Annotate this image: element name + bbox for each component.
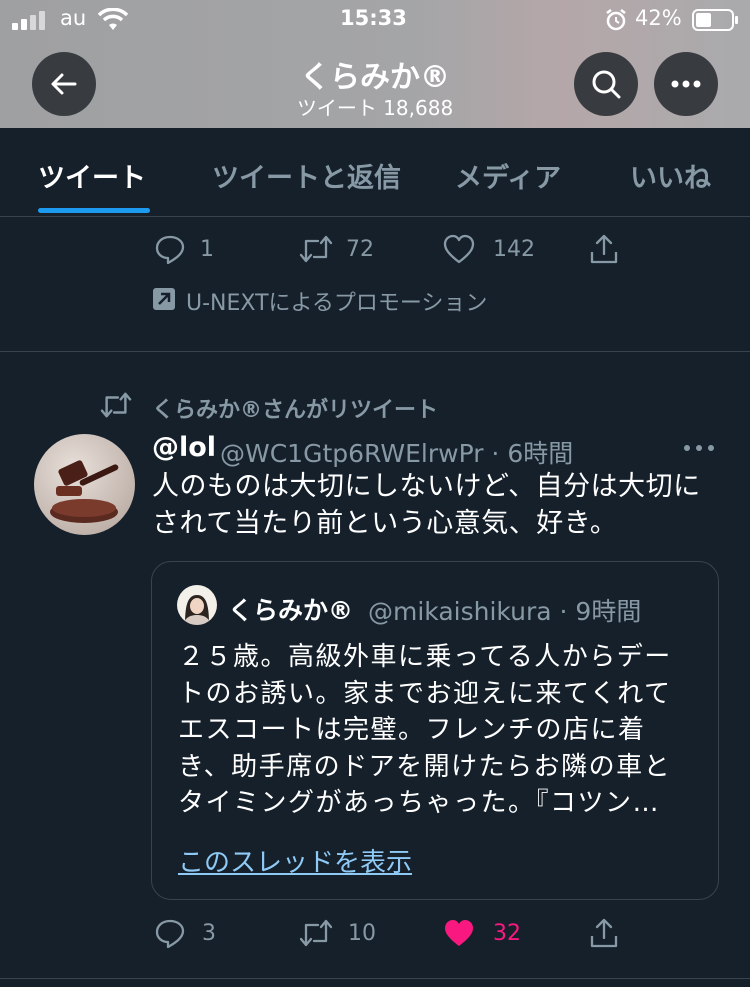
battery-percent: 42% <box>635 6 682 30</box>
search-icon <box>592 70 621 99</box>
show-thread-link[interactable]: このスレッドを表示 <box>178 842 412 879</box>
tweet-text-line: 人のものは大切にしないけど、自分は大切に <box>152 471 701 502</box>
quote-text: ２５歳。高級外車に乗ってる人からデー トのお誘い。家までお迎えに来てくれて エス… <box>178 639 688 822</box>
reply-icon <box>155 919 185 949</box>
heart-icon <box>443 234 475 264</box>
promoted-icon <box>152 287 176 311</box>
more-icon <box>684 445 714 451</box>
quote-text-line: ２５歳。高級外車に乗ってる人からデー <box>178 642 672 672</box>
promo-share-button[interactable] <box>588 232 620 266</box>
clock-time: 15:33 <box>340 6 407 30</box>
reply-button[interactable] <box>154 917 186 949</box>
retweet-count: 10 <box>348 921 376 946</box>
promo-like-button[interactable] <box>443 234 475 264</box>
promo-retweet-button[interactable] <box>298 233 334 265</box>
share-icon <box>590 918 618 948</box>
search-button[interactable] <box>574 52 638 116</box>
quote-text-line: エスコートは完璧。フレンチの店に着 <box>178 715 646 745</box>
quote-text-line: トのお誘い。家までお迎えに来てくれて <box>178 678 672 709</box>
tab-tweets-and-replies[interactable]: ツイートと返信 <box>212 156 401 195</box>
carrier-label: au <box>60 6 87 30</box>
reply-count: 3 <box>202 921 216 946</box>
retweet-icon <box>299 235 333 263</box>
share-icon <box>590 234 618 264</box>
profile-tabs: ツイート ツイートと返信 メディア いいね <box>0 128 750 217</box>
reply-icon <box>155 235 185 265</box>
tweet-display-name[interactable]: @lol <box>152 432 216 463</box>
tweet-divider <box>0 351 750 352</box>
promo-reply-count: 1 <box>200 237 214 262</box>
tweet-handle-time[interactable]: @WC1Gtp6RWElrwPr · 6時間 <box>220 434 573 470</box>
tweet-text: 人のものは大切にしないけど、自分は大切に されて当たり前という心意気、好き。 <box>152 468 727 542</box>
tweet-divider <box>0 978 750 979</box>
quote-name[interactable]: くらみか® <box>228 591 353 627</box>
avatar[interactable] <box>34 434 135 535</box>
more-button[interactable] <box>654 52 718 116</box>
like-count: 32 <box>493 921 521 946</box>
retweet-context[interactable]: くらみか®さんがリツイート <box>152 392 438 424</box>
quote-text-line: タイミングがあっちゃった。『コツン… <box>178 788 661 818</box>
tweet-more-button[interactable] <box>682 440 716 454</box>
quote-handle-time[interactable]: @mikaishikura · 9時間 <box>368 592 641 628</box>
like-button[interactable] <box>443 918 475 948</box>
tab-likes[interactable]: いいね <box>630 156 711 195</box>
tweet-count: ツイート 18,688 <box>296 96 454 120</box>
promo-reply-button[interactable] <box>154 233 186 265</box>
quote-avatar[interactable] <box>177 585 217 625</box>
battery-icon <box>692 9 740 31</box>
alarm-icon <box>604 8 628 32</box>
retweet-button[interactable] <box>298 917 334 949</box>
wifi-icon <box>97 7 129 32</box>
share-button[interactable] <box>588 916 620 950</box>
signal-icon <box>12 10 48 30</box>
tab-tweets[interactable]: ツイート <box>38 156 146 195</box>
tweet-text-line: されて当たり前という心意気、好き。 <box>152 508 618 539</box>
quote-text-line: き、助手席のドアを開けたらお隣の車と <box>178 751 672 782</box>
more-icon <box>671 80 701 88</box>
tab-media[interactable]: メディア <box>455 156 561 195</box>
retweeted-icon <box>98 390 134 420</box>
active-tab-indicator <box>38 208 150 213</box>
promo-retweet-count: 72 <box>346 237 374 262</box>
promo-like-count: 142 <box>493 237 535 262</box>
promoted-label[interactable]: U-NEXTによるプロモーション <box>186 285 487 317</box>
heart-filled-icon <box>445 920 473 946</box>
retweet-icon <box>299 919 333 947</box>
profile-header: au 15:33 42% くらみか® ツイート 18,688 <box>0 0 750 128</box>
